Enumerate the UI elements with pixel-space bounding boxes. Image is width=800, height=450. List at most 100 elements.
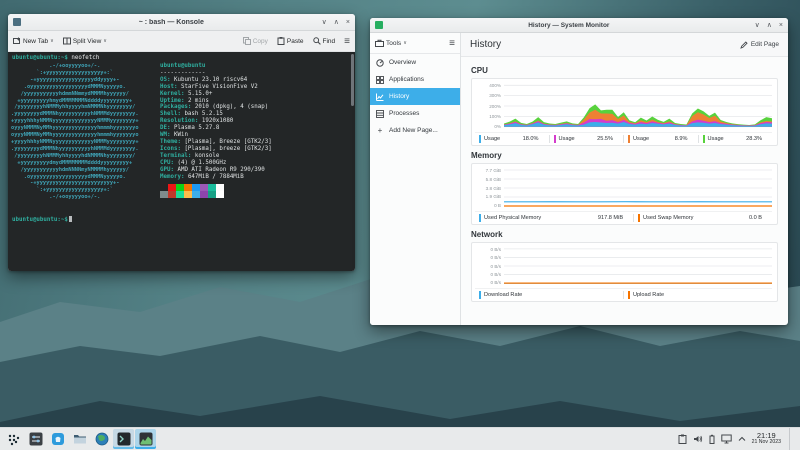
new-tab-button[interactable]: New Tab ∨ — [13, 37, 54, 45]
info-line: DE: Plasma 5.27.8 — [160, 125, 220, 132]
split-view-button[interactable]: Split View ∨ — [62, 37, 107, 45]
terminal-scrollbar[interactable] — [351, 54, 354, 266]
maximize-button[interactable]: ∧ — [767, 22, 772, 29]
info-line: Shell: bash 5.2.15 — [160, 111, 223, 118]
info-line: Host: StarFive VisionFive V2 — [160, 83, 258, 90]
taskbar-browser[interactable] — [91, 429, 112, 449]
info-line: Resolution: 1920x1080 — [160, 118, 234, 125]
sidebar-item-overview[interactable]: Overview — [370, 54, 460, 71]
taskbar-discover[interactable] — [47, 429, 68, 449]
sysmon-app-icon — [375, 21, 383, 29]
show-desktop-button[interactable] — [789, 428, 796, 450]
minimize-button[interactable]: ∨ — [755, 22, 760, 29]
processes-table-icon — [376, 109, 384, 118]
sysmon-window-title: History — System Monitor — [528, 21, 610, 29]
konsole-app-icon — [13, 18, 21, 26]
info-line: OS: Kubuntu 23.10 riscv64 — [160, 76, 248, 83]
sidebar-collapse-icon[interactable]: ≡ — [449, 38, 455, 49]
cpu-card: 400% 300% 200% 100% 0% Usage 18.0% Usage 25.5%… — [471, 78, 778, 146]
info-line: Uptime: 2 mins — [160, 97, 209, 104]
legend-item: Usage 25.5% — [548, 135, 624, 143]
terminal-viewport[interactable]: ubuntu@ubuntu:~$ neofetch .-/+ooyyyyoo+/… — [8, 52, 355, 271]
app-launcher-icon — [8, 434, 20, 445]
cpu-legend: Usage 18.0% Usage 25.5% Usage 8.9% Usage 28.… — [475, 132, 772, 143]
discover-icon — [51, 433, 64, 445]
network-section-title: Network — [471, 230, 503, 239]
sidebar-item-processes[interactable]: Processes — [370, 105, 460, 122]
paste-icon — [277, 37, 285, 45]
minimize-button[interactable]: ∨ — [322, 19, 327, 26]
sidebar-item-add-new-page[interactable]: + Add New Page... — [370, 122, 460, 139]
tools-menu-button[interactable]: Tools ∨ — [375, 39, 407, 47]
new-tab-icon — [13, 37, 20, 44]
toolbox-icon — [375, 39, 384, 47]
memory-legend: Used Physical Memory 917.8 MiB Used Swap … — [475, 211, 772, 222]
cpu-y-axis: 400% 300% 200% 100% 0% — [489, 83, 501, 129]
konsole-icon — [117, 432, 130, 446]
memory-history-chart — [504, 168, 772, 208]
legend-item: Used Physical Memory 917.8 MiB — [475, 214, 633, 222]
konsole-window-title: ~ : bash — Konsole — [138, 18, 204, 26]
taskbar-system-settings[interactable] — [25, 429, 46, 449]
taskbar-konsole-task[interactable] — [113, 429, 134, 449]
legend-item: Download Rate — [475, 291, 623, 299]
info-line: Kernel: 5.15.0+ — [160, 90, 213, 97]
search-icon — [312, 37, 321, 45]
volume-icon[interactable] — [693, 434, 703, 444]
applications-grid-icon — [376, 75, 384, 84]
memory-card: 7.7 GiB 5.8 GiB 3.8 GiB 1.9 GiB 0 B Used Phy… — [471, 163, 778, 225]
app-launcher-button[interactable] — [3, 429, 24, 449]
system-monitor-window: History — System Monitor ∨ ∧ × Tools ∨ ≡… — [370, 18, 788, 325]
edit-page-button[interactable]: Edit Page — [740, 40, 779, 49]
memory-y-axis: 7.7 GiB 5.8 GiB 3.8 GiB 1.9 GiB 0 B — [485, 168, 501, 208]
chevron-down-icon: ∨ — [50, 38, 54, 44]
clock-widget[interactable]: 21:19 21 Nov 2023 — [752, 432, 781, 445]
tray-expander-chevron-up-icon[interactable] — [738, 436, 746, 442]
battery-icon[interactable] — [709, 434, 715, 444]
info-line: Packages: 2010 (dpkg), 4 (snap) — [160, 104, 269, 111]
maximize-button[interactable]: ∧ — [334, 19, 339, 26]
sidebar-item-applications[interactable]: Applications — [370, 71, 460, 88]
info-line: WM: KWin — [160, 132, 188, 139]
overview-icon — [376, 58, 384, 67]
network-y-axis: 0 B/s 0 B/s 0 B/s 0 B/s 0 B/s — [490, 247, 501, 285]
legend-item: Usage 8.9% — [623, 135, 698, 143]
network-history-chart — [504, 247, 772, 285]
sysmon-content: CPU 400% 300% 200% 100% 0% Usage 18.0% Usage 2… — [461, 57, 788, 325]
plus-icon: + — [377, 126, 383, 135]
copy-icon — [242, 37, 251, 45]
legend-item: Usage 28.3% — [697, 135, 773, 143]
display-icon[interactable] — [720, 434, 732, 444]
hamburger-menu-icon[interactable]: ≡ — [344, 36, 350, 47]
taskbar: 21:19 21 Nov 2023 — [0, 427, 800, 450]
info-line: CPU: (4) @ 1.500GHz — [160, 159, 227, 166]
find-button[interactable]: Find — [312, 37, 335, 45]
clipboard-icon[interactable] — [678, 434, 687, 444]
chevron-down-icon: ∨ — [403, 40, 407, 46]
legend-item: Usage 18.0% — [475, 135, 549, 143]
cpu-section-title: CPU — [471, 66, 488, 75]
terminal-cursor — [68, 216, 73, 222]
neofetch-info: ubuntu@ubuntu ------------- OS: Kubuntu … — [160, 63, 272, 180]
legend-item: Used Swap Memory 0.0 B — [633, 214, 772, 222]
konsole-titlebar[interactable]: ~ : bash — Konsole ∨ ∧ × — [8, 14, 355, 31]
memory-section-title: Memory — [471, 151, 502, 160]
info-line: Icons: [Plasma], breeze [GTK2/3] — [160, 145, 272, 152]
paste-button[interactable]: Paste — [277, 37, 304, 45]
copy-button[interactable]: Copy — [242, 37, 268, 45]
info-line: GPU: AMD ATI Radeon R9 290/390 — [160, 166, 265, 173]
info-line: Memory: 647MiB / 7884MiB — [160, 173, 244, 180]
system-tray: 21:19 21 Nov 2023 — [678, 428, 800, 450]
history-chart-icon — [376, 93, 384, 101]
sysmon-titlebar[interactable]: History — System Monitor ∨ ∧ × — [370, 18, 788, 33]
system-monitor-icon — [139, 432, 152, 446]
terminal-color-palette — [160, 184, 224, 198]
close-button[interactable]: × — [346, 19, 350, 26]
taskbar-system-monitor-task[interactable] — [135, 429, 156, 449]
taskbar-dolphin[interactable] — [69, 429, 90, 449]
system-settings-icon — [29, 432, 42, 446]
close-button[interactable]: × — [779, 22, 783, 29]
konsole-window: ~ : bash — Konsole ∨ ∧ × New Tab ∨ Split… — [8, 14, 355, 271]
sidebar-item-history[interactable]: History — [370, 88, 460, 105]
legend-item: Upload Rate — [623, 291, 772, 299]
